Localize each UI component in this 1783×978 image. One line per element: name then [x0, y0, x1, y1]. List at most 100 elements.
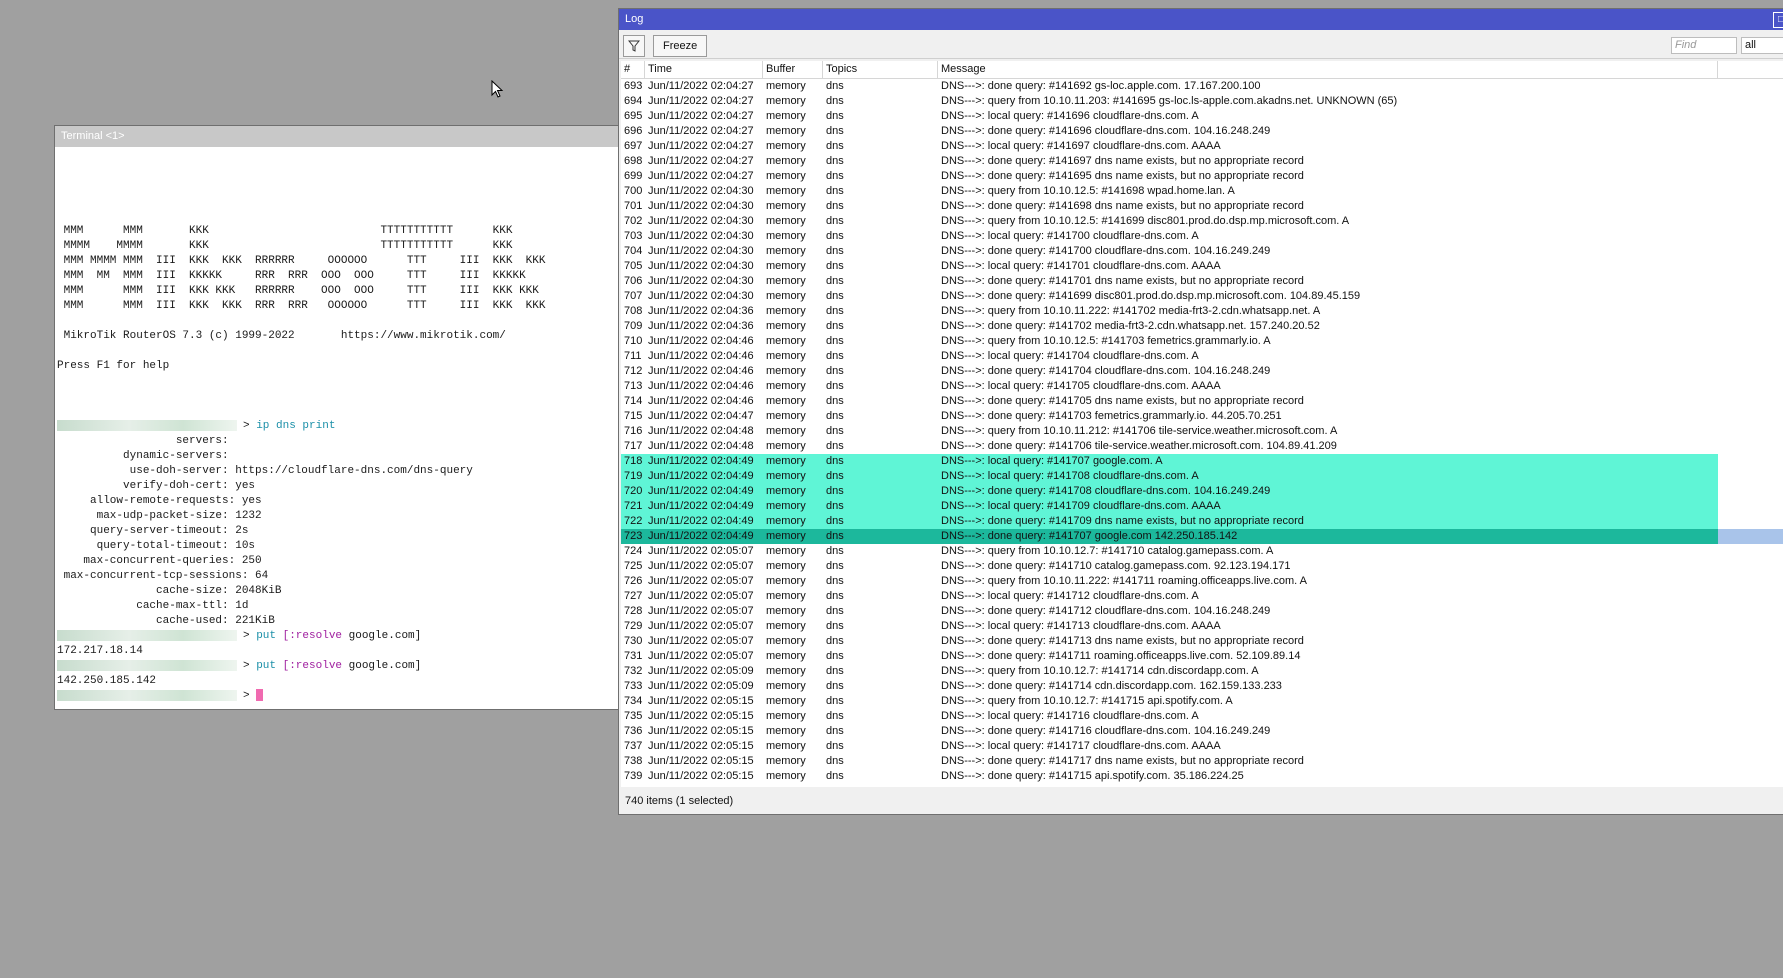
log-row[interactable]: 709 Jun/11/2022 02:04:36 memory dns DNS--->:… [621, 319, 1783, 334]
row-buffer: memory [766, 755, 806, 767]
log-row[interactable]: 732 Jun/11/2022 02:05:09 memory dns DNS--->:… [621, 664, 1783, 679]
row-time: Jun/11/2022 02:05:07 [648, 560, 754, 572]
banner-line: MMMM MMMM KKK TTTTTTTTTTT KKK [57, 240, 513, 252]
log-row[interactable]: 693 Jun/11/2022 02:04:27 memory dns DNS--->:… [621, 79, 1783, 94]
filter-select[interactable]: all [1741, 37, 1783, 54]
row-topics: dns [826, 560, 844, 572]
log-row[interactable]: 731 Jun/11/2022 02:05:07 memory dns DNS--->:… [621, 649, 1783, 664]
row-number: 697 [624, 140, 643, 152]
row-filler [1718, 409, 1783, 424]
log-row[interactable]: 706 Jun/11/2022 02:04:30 memory dns DNS--->:… [621, 274, 1783, 289]
dns-settings-output: servers: dynamic-servers: use-doh-server… [57, 434, 623, 629]
log-row[interactable]: 716 Jun/11/2022 02:04:48 memory dns DNS--->:… [621, 424, 1783, 439]
log-row[interactable]: 721 Jun/11/2022 02:04:49 memory dns DNS--->:… [621, 499, 1783, 514]
freeze-button[interactable]: Freeze [653, 35, 708, 57]
log-row[interactable]: 697 Jun/11/2022 02:04:27 memory dns DNS--->:… [621, 139, 1783, 154]
log-row[interactable]: 708 Jun/11/2022 02:04:36 memory dns DNS--->:… [621, 304, 1783, 319]
column-header-topics[interactable]: Topics [823, 61, 938, 78]
log-row[interactable]: 714 Jun/11/2022 02:04:46 memory dns DNS--->:… [621, 394, 1783, 409]
row-buffer: memory [766, 440, 806, 452]
log-row[interactable]: 711 Jun/11/2022 02:04:46 memory dns DNS--->:… [621, 349, 1783, 364]
log-row[interactable]: 730 Jun/11/2022 02:05:07 memory dns DNS--->:… [621, 634, 1783, 649]
find-input[interactable]: Find [1671, 37, 1737, 54]
row-filler [1718, 664, 1783, 679]
row-buffer: memory [766, 605, 806, 617]
log-titlebar[interactable]: Log □ [619, 9, 1783, 30]
column-header-buffer[interactable]: Buffer [763, 61, 823, 78]
column-header-time[interactable]: Time [645, 61, 763, 78]
log-row[interactable]: 735 Jun/11/2022 02:05:15 memory dns DNS--->:… [621, 709, 1783, 724]
log-row[interactable]: 713 Jun/11/2022 02:04:46 memory dns DNS--->:… [621, 379, 1783, 394]
log-row[interactable]: 738 Jun/11/2022 02:05:15 memory dns DNS--->:… [621, 754, 1783, 769]
column-header-message[interactable]: Message [938, 61, 1718, 78]
log-row[interactable]: 720 Jun/11/2022 02:04:49 memory dns DNS--->:… [621, 484, 1783, 499]
filter-button[interactable] [623, 35, 645, 57]
row-filler [1718, 649, 1783, 664]
log-row[interactable]: 729 Jun/11/2022 02:05:07 memory dns DNS--->:… [621, 619, 1783, 634]
column-header-number[interactable]: # [621, 61, 645, 78]
row-filler [1718, 334, 1783, 349]
log-row[interactable]: 739 Jun/11/2022 02:05:15 memory dns DNS--->:… [621, 769, 1783, 784]
log-table[interactable]: # Time Buffer Topics Message 693 Jun/11/2… [621, 61, 1783, 787]
row-buffer: memory [766, 740, 806, 752]
log-row[interactable]: 733 Jun/11/2022 02:05:09 memory dns DNS--->:… [621, 679, 1783, 694]
row-topics: dns [826, 695, 844, 707]
row-topics: dns [826, 80, 844, 92]
row-number: 739 [624, 770, 643, 782]
log-row[interactable]: 727 Jun/11/2022 02:05:07 memory dns DNS--->:… [621, 589, 1783, 604]
row-buffer: memory [766, 275, 806, 287]
row-filler [1718, 139, 1783, 154]
log-row[interactable]: 736 Jun/11/2022 02:05:15 memory dns DNS--->:… [621, 724, 1783, 739]
row-time: Jun/11/2022 02:04:27 [648, 140, 754, 152]
log-row[interactable]: 722 Jun/11/2022 02:04:49 memory dns DNS--->:… [621, 514, 1783, 529]
log-row[interactable]: 712 Jun/11/2022 02:04:46 memory dns DNS--->:… [621, 364, 1783, 379]
log-row[interactable]: 728 Jun/11/2022 02:05:07 memory dns DNS--->:… [621, 604, 1783, 619]
row-message: DNS--->: local query: #141716 cloudflare… [941, 710, 1199, 722]
log-row[interactable]: 718 Jun/11/2022 02:04:49 memory dns DNS--->:… [621, 454, 1783, 469]
log-row[interactable]: 696 Jun/11/2022 02:04:27 memory dns DNS--->:… [621, 124, 1783, 139]
log-row[interactable]: 734 Jun/11/2022 02:05:15 memory dns DNS--->:… [621, 694, 1783, 709]
log-row[interactable]: 705 Jun/11/2022 02:04:30 memory dns DNS--->:… [621, 259, 1783, 274]
log-row[interactable]: 700 Jun/11/2022 02:04:30 memory dns DNS--->:… [621, 184, 1783, 199]
terminal-titlebar[interactable]: Terminal <1> [55, 126, 625, 147]
row-number: 730 [624, 635, 643, 647]
terminal-output: 142.250.185.142 [57, 675, 157, 687]
row-topics: dns [826, 290, 844, 302]
row-filler [1718, 124, 1783, 139]
row-number: 731 [624, 650, 643, 662]
log-title: Log [625, 13, 644, 25]
log-row[interactable]: 699 Jun/11/2022 02:04:27 memory dns DNS--->:… [621, 169, 1783, 184]
row-number: 736 [624, 725, 643, 737]
log-row[interactable]: 715 Jun/11/2022 02:04:47 memory dns DNS--->:… [621, 409, 1783, 424]
terminal-window[interactable]: Terminal <1> MMM MMM KKK TTTTTTTTTTT KKK… [54, 125, 626, 710]
log-row[interactable]: 726 Jun/11/2022 02:05:07 memory dns DNS--->:… [621, 574, 1783, 589]
log-row[interactable]: 695 Jun/11/2022 02:04:27 memory dns DNS--->:… [621, 109, 1783, 124]
log-row[interactable]: 737 Jun/11/2022 02:05:15 memory dns DNS--->:… [621, 739, 1783, 754]
log-row[interactable]: 724 Jun/11/2022 02:05:07 memory dns DNS--->:… [621, 544, 1783, 559]
row-number: 715 [624, 410, 643, 422]
row-buffer: memory [766, 200, 806, 212]
banner-line [57, 164, 623, 179]
log-row[interactable]: 723 Jun/11/2022 02:04:49 memory dns DNS--->:… [621, 529, 1783, 544]
log-row[interactable]: 717 Jun/11/2022 02:04:48 memory dns DNS--->:… [621, 439, 1783, 454]
log-row[interactable]: 703 Jun/11/2022 02:04:30 memory dns DNS--->:… [621, 229, 1783, 244]
log-row[interactable]: 694 Jun/11/2022 02:04:27 memory dns DNS--->:… [621, 94, 1783, 109]
terminal-input-line[interactable]: > [57, 689, 623, 704]
row-buffer: memory [766, 335, 806, 347]
log-row[interactable]: 698 Jun/11/2022 02:04:27 memory dns DNS--->:… [621, 154, 1783, 169]
log-row[interactable]: 701 Jun/11/2022 02:04:30 memory dns DNS--->:… [621, 199, 1783, 214]
log-row[interactable]: 702 Jun/11/2022 02:04:30 memory dns DNS--->:… [621, 214, 1783, 229]
text-cursor [256, 689, 264, 702]
log-row[interactable]: 719 Jun/11/2022 02:04:49 memory dns DNS--->:… [621, 469, 1783, 484]
maximize-icon[interactable]: □ [1773, 12, 1783, 28]
banner-line: MikroTik RouterOS 7.3 (c) 1999-2022 http… [57, 330, 506, 342]
row-buffer: memory [766, 125, 806, 137]
log-row[interactable]: 725 Jun/11/2022 02:05:07 memory dns DNS--->:… [621, 559, 1783, 574]
row-number: 717 [624, 440, 643, 452]
log-row[interactable]: 710 Jun/11/2022 02:04:46 memory dns DNS--->:… [621, 334, 1783, 349]
log-row[interactable]: 707 Jun/11/2022 02:04:30 memory dns DNS--->:… [621, 289, 1783, 304]
terminal-body[interactable]: MMM MMM KKK TTTTTTTTTTT KKK MMMM MMMM KK… [55, 147, 625, 709]
log-window[interactable]: Log □ Freeze Find all # Time Buffer Topi… [618, 8, 1783, 815]
log-row[interactable]: 704 Jun/11/2022 02:04:30 memory dns DNS--->:… [621, 244, 1783, 259]
row-filler [1718, 724, 1783, 739]
